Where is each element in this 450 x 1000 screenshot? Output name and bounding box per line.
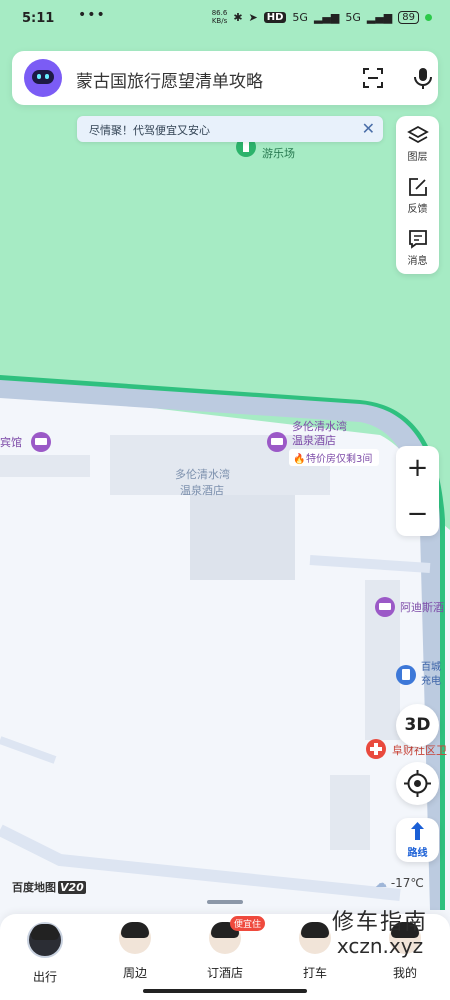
nav-label: 出行: [32, 970, 57, 984]
assistant-avatar-icon[interactable]: [24, 59, 62, 97]
park-pin-glyph: [243, 142, 249, 152]
building-block: [0, 455, 90, 477]
travel-avatar-icon: [27, 922, 63, 958]
signal1-label: 5G: [292, 10, 308, 24]
promo-label[interactable]: 特价房仅剩3间: [306, 452, 372, 465]
3d-view-button[interactable]: 3D: [396, 704, 439, 747]
watermark-line2: xczn.xyz: [336, 934, 424, 958]
nav-label: 打车: [302, 966, 327, 980]
hotel-main-label-line2[interactable]: 温泉酒店: [292, 433, 336, 447]
messages-button[interactable]: 消息: [396, 220, 439, 270]
location-arrow-icon: ➤: [248, 10, 258, 24]
status-bar: 5:11 ••• 86.6 KB/s ✱ ➤ HD 5G ▂▄▆ 5G ▂▄▆ …: [0, 0, 450, 38]
zoom-control: + −: [396, 446, 439, 536]
close-icon[interactable]: ✕: [362, 119, 375, 138]
map-logo-text: 百度地图: [12, 881, 56, 894]
edit-icon: [408, 178, 427, 196]
notice-text[interactable]: 尽情聚！代驾便宜又安心: [89, 122, 210, 138]
crosshair-icon: [404, 770, 431, 797]
watermark: 修车指南 xczn.xyz: [320, 904, 440, 958]
messages-label: 消息: [407, 256, 428, 267]
network-speed: 86.6 KB/s: [212, 9, 228, 25]
hotel-right-label[interactable]: 阿迪斯酒: [400, 601, 444, 614]
nav-item-travel[interactable]: 出行: [10, 922, 80, 985]
building-block: [330, 775, 370, 850]
route-button[interactable]: 路线: [396, 818, 439, 862]
battery-indicator: 89: [398, 10, 419, 24]
bed-glyph: [379, 603, 391, 610]
locate-button[interactable]: [396, 762, 439, 805]
scan-icon[interactable]: [362, 67, 384, 89]
feedback-button[interactable]: 反馈: [396, 168, 439, 218]
search-bar[interactable]: 蒙古国旅行愿望清单攻略: [12, 51, 438, 105]
nav-label: 我的: [392, 966, 417, 980]
route-label: 路线: [407, 848, 428, 859]
signal2-label: 5G: [345, 10, 361, 24]
layers-icon: [406, 125, 429, 144]
watermark-line1: 修车指南: [331, 910, 428, 935]
nav-item-hotel[interactable]: 便宜住 订酒店: [190, 916, 266, 981]
status-dots: •••: [78, 7, 106, 23]
nav-label: 周边: [122, 966, 147, 980]
microphone-icon[interactable]: [412, 66, 434, 90]
network-speed-value: 86.6: [211, 9, 228, 17]
nav-item-nearby[interactable]: 周边: [100, 922, 170, 981]
home-indicator[interactable]: [143, 989, 307, 993]
signal2-bars-icon: ▂▄▆: [366, 10, 393, 24]
message-icon: [408, 230, 427, 249]
route-arrow-icon: [411, 822, 424, 840]
map-logo: 百度地图 V20: [12, 879, 86, 895]
map-canvas[interactable]: 游乐场 宾馆 多伦清水湾 温泉酒店 🔥 特价房仅剩3间 多伦清水湾 温泉酒店 阿…: [0, 0, 450, 1000]
charging-label-line2[interactable]: 充电: [421, 674, 441, 687]
charger-glyph: [402, 669, 410, 680]
building-label-line2: 温泉酒店: [180, 483, 224, 497]
feedback-label: 反馈: [407, 204, 428, 215]
status-indicators: 86.6 KB/s ✱ ➤ HD 5G ▂▄▆ 5G ▂▄▆ 89: [212, 9, 432, 25]
building-block: [190, 495, 295, 580]
cloud-icon: ☁: [375, 876, 387, 890]
hotel-main-label-line1[interactable]: 多伦清水湾: [292, 419, 347, 433]
cross-glyph: [370, 747, 382, 751]
bed-glyph: [271, 438, 283, 445]
notice-banner[interactable]: 尽情聚！代驾便宜又安心 ✕: [77, 116, 383, 142]
hd-badge: HD: [263, 11, 287, 23]
bed-glyph: [35, 438, 47, 445]
nearby-avatar-icon: [119, 922, 151, 954]
zoom-out-button[interactable]: −: [396, 492, 439, 536]
layers-button[interactable]: 图层: [396, 116, 439, 166]
layers-label: 图层: [407, 152, 428, 163]
status-time: 5:11: [22, 11, 55, 26]
park-label[interactable]: 游乐场: [262, 146, 295, 160]
weather-widget[interactable]: ☁ -17℃: [375, 876, 424, 890]
drag-handle[interactable]: [207, 900, 243, 904]
bluetooth-icon: ✱: [233, 10, 243, 24]
nav-label: 订酒店: [206, 966, 243, 980]
temperature: -17℃: [390, 876, 424, 890]
fire-icon: 🔥: [293, 452, 305, 465]
building-label-line1: 多伦清水湾: [175, 467, 230, 481]
network-speed-unit: KB/s: [211, 17, 228, 25]
search-input[interactable]: 蒙古国旅行愿望清单攻略: [76, 67, 263, 92]
signal1-bars-icon: ▂▄▆: [313, 10, 340, 24]
map-tools-panel: 图层 反馈 消息: [396, 116, 439, 274]
hotel-badge: 便宜住: [230, 916, 266, 931]
hotel-left-label[interactable]: 宾馆: [0, 435, 22, 449]
zoom-in-button[interactable]: +: [396, 446, 439, 490]
privacy-dot-icon: [425, 13, 432, 21]
map-version: V20: [58, 881, 86, 894]
charging-label-line1[interactable]: 百城: [421, 661, 441, 673]
